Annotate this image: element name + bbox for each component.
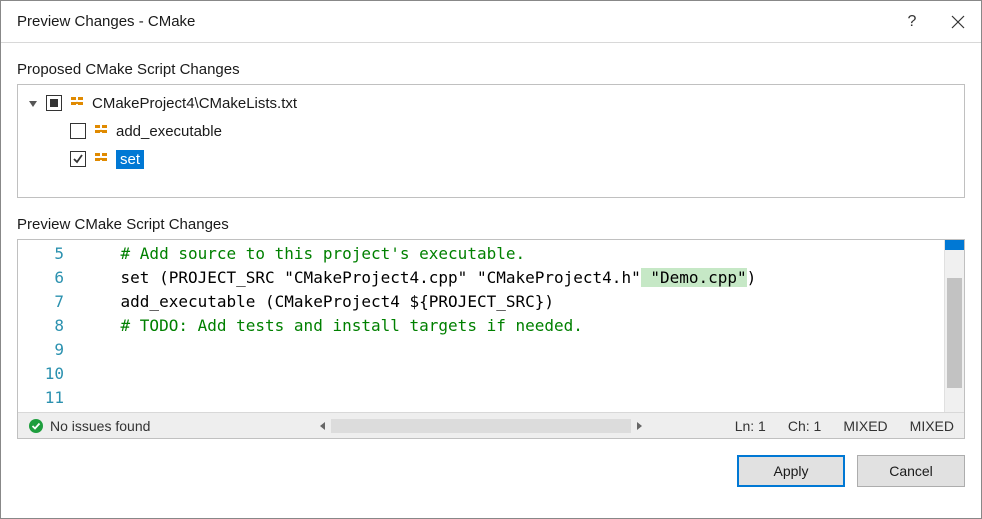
line-number: 5 [18,242,64,266]
window-title: Preview Changes - CMake [17,13,889,30]
cmake-icon [92,122,110,140]
changes-tree[interactable]: CMakeProject4\CMakeLists.txt add_executa… [17,84,965,198]
tree-row-root[interactable]: CMakeProject4\CMakeLists.txt [18,89,964,117]
help-button[interactable]: ? [889,1,935,43]
preview-section-label: Preview CMake Script Changes [1,198,981,239]
checkbox-checked[interactable] [70,151,86,167]
scrollbar-track[interactable] [331,419,631,433]
code-preview: 5 6 7 8 9 10 11 # Add source to this pro… [17,239,965,439]
diff-insert: "Demo.cpp" [641,268,747,287]
proposed-section-label: Proposed CMake Script Changes [1,43,981,84]
ok-check-icon [28,418,44,434]
cmake-icon [92,150,110,168]
checkbox-tristate[interactable] [46,95,62,111]
cmake-icon [68,94,86,112]
horizontal-scrollbar[interactable] [256,418,707,434]
status-issues[interactable]: No issues found [28,418,248,434]
status-ln[interactable]: Ln: 1 [735,418,766,434]
line-gutter: 5 6 7 8 9 10 11 [18,240,82,412]
line-number: 7 [18,290,64,314]
status-ch[interactable]: Ch: 1 [788,418,821,434]
vertical-scrollbar[interactable] [944,240,964,412]
code-line: # Add source to this project's executabl… [82,242,944,266]
cancel-button[interactable]: Cancel [857,455,965,487]
code-line: add_executable (CMakeProject4 ${PROJECT_… [82,290,944,314]
status-encoding[interactable]: MIXED [843,418,887,434]
close-button[interactable] [935,1,981,43]
line-number: 9 [18,338,64,362]
code-area[interactable]: 5 6 7 8 9 10 11 # Add source to this pro… [18,240,964,412]
apply-button[interactable]: Apply [737,455,845,487]
status-lineending[interactable]: MIXED [910,418,954,434]
tree-item-label-selected: set [116,150,144,169]
line-number: 8 [18,314,64,338]
scroll-right-icon[interactable] [631,418,647,434]
editor-statusbar: No issues found Ln: 1 Ch: 1 MIXED MIXED [18,412,964,438]
dialog-buttons: Apply Cancel [1,439,981,503]
line-number: 6 [18,266,64,290]
tree-root-label: CMakeProject4\CMakeLists.txt [92,95,297,112]
status-issues-text: No issues found [50,418,150,434]
line-number: 10 [18,362,64,386]
scroll-overview-marker [945,240,964,250]
line-number: 11 [18,386,64,410]
tree-row-item[interactable]: add_executable [18,117,964,145]
scroll-left-icon[interactable] [315,418,331,434]
titlebar: Preview Changes - CMake ? [1,1,981,43]
close-icon [951,15,965,29]
tree-item-label: add_executable [116,123,222,140]
checkbox-unchecked[interactable] [70,123,86,139]
scrollbar-thumb[interactable] [947,278,962,388]
code-line: # TODO: Add tests and install targets if… [82,314,944,338]
code-line: set (PROJECT_SRC "CMakeProject4.cpp" "CM… [82,266,944,290]
expander-icon[interactable] [26,96,40,110]
code-body[interactable]: # Add source to this project's executabl… [82,240,944,412]
tree-row-item[interactable]: set [18,145,964,173]
